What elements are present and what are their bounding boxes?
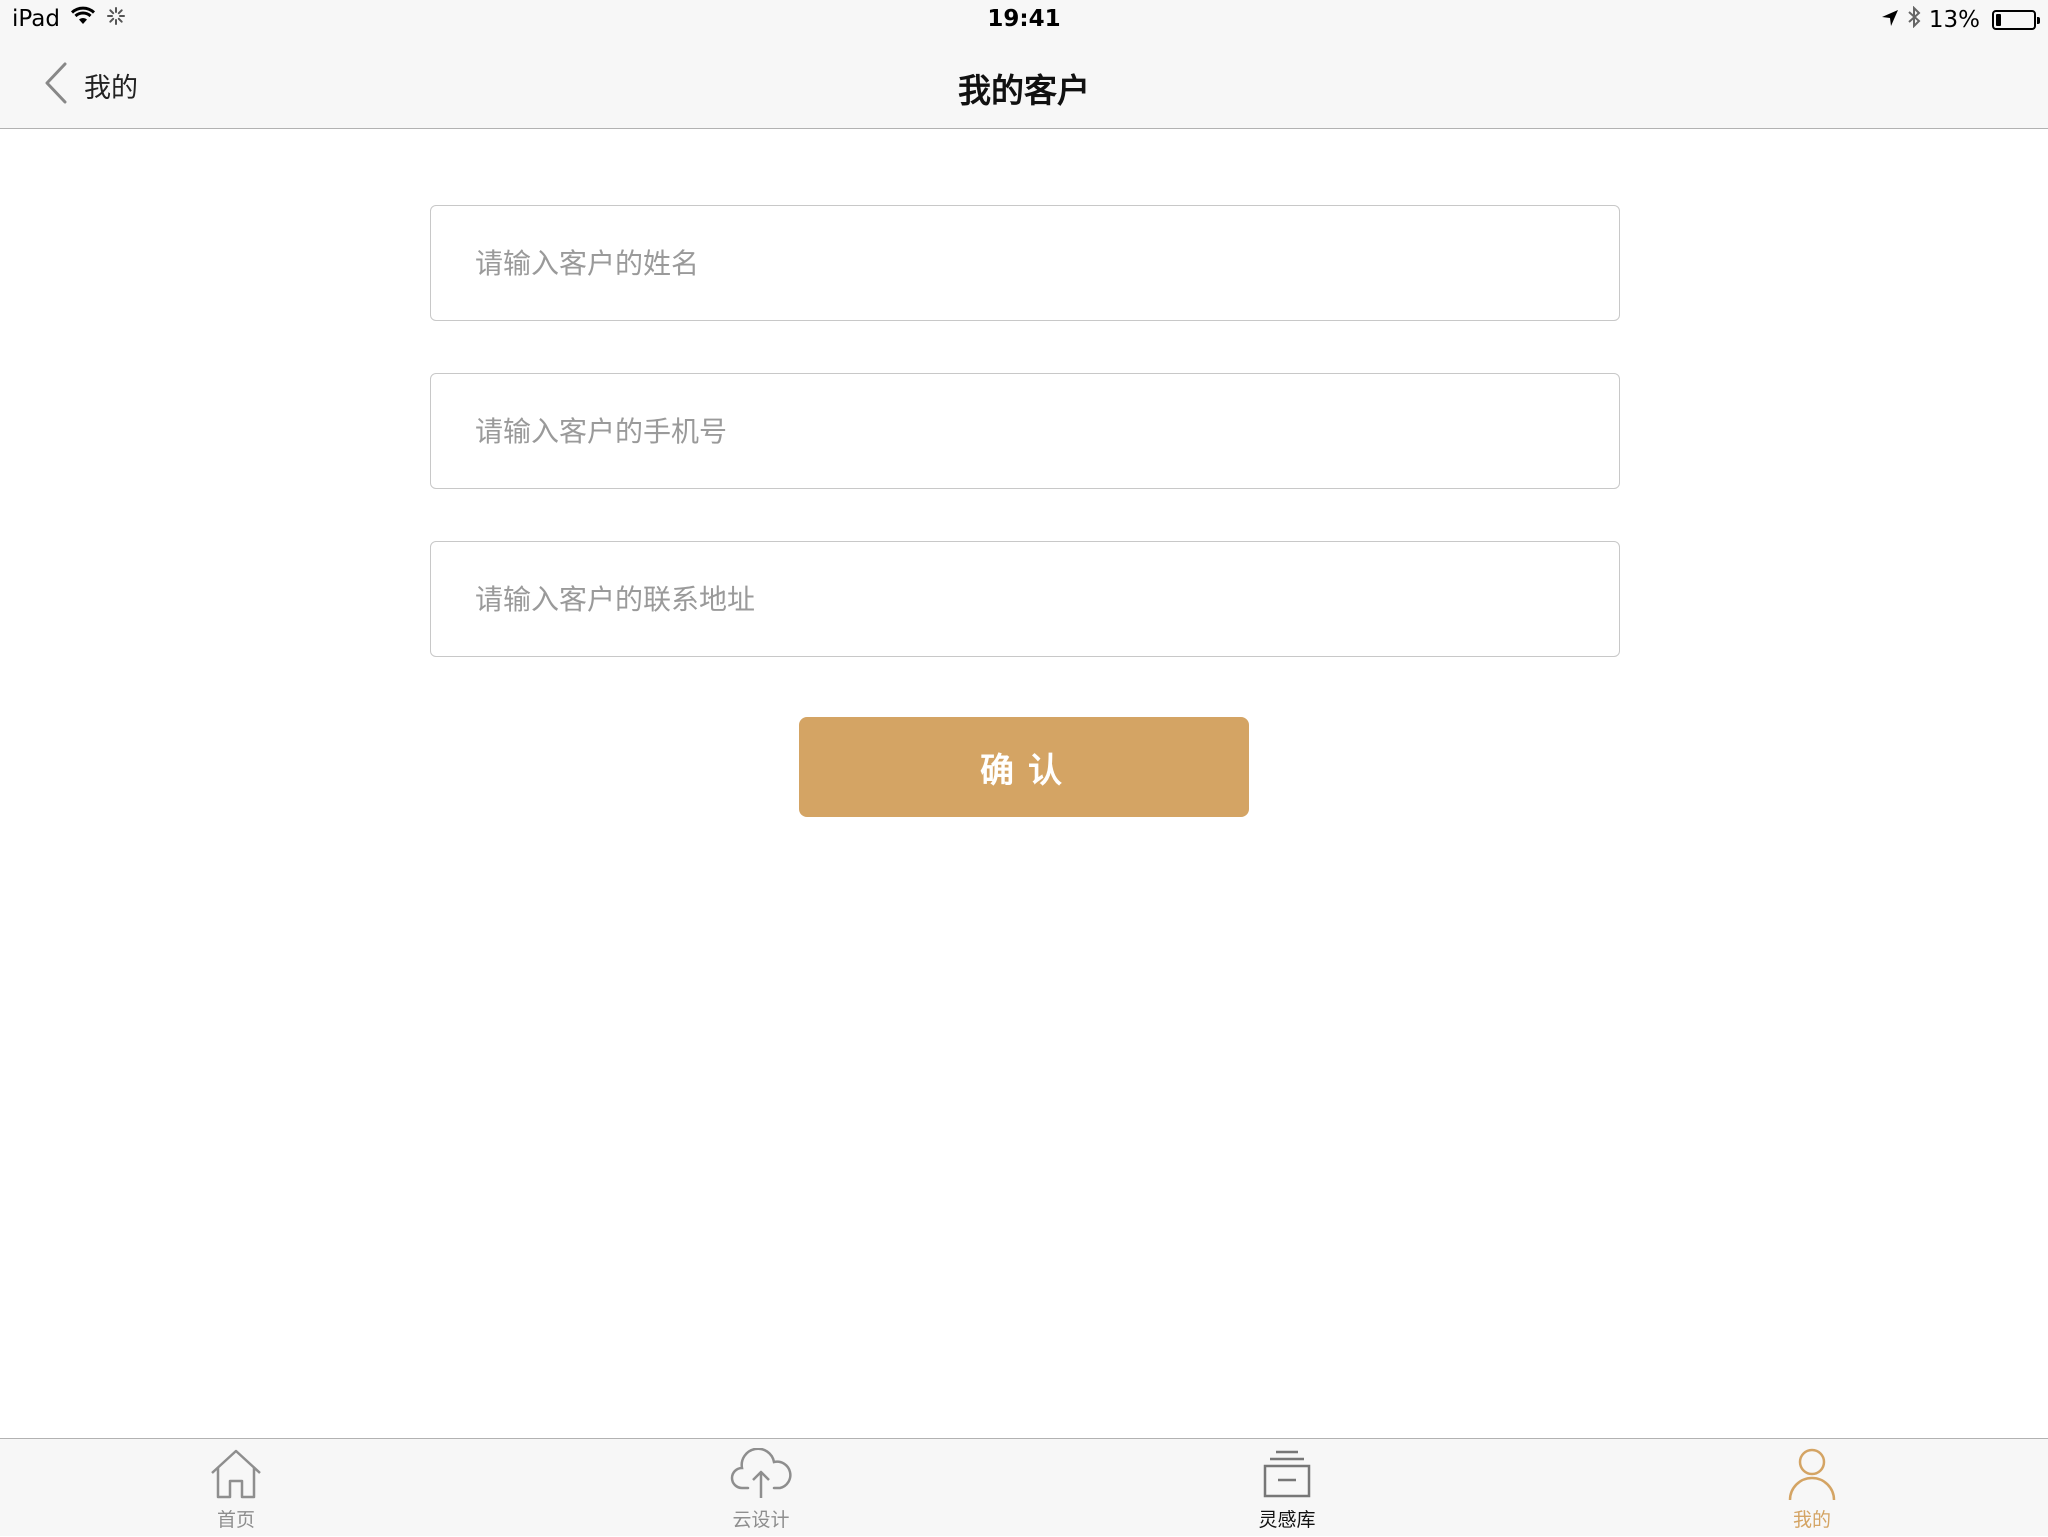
confirm-button[interactable]: 确认 xyxy=(799,717,1249,817)
status-bar: iPad 19:41 13% xyxy=(0,0,2048,40)
tab-mine-label: 我的 xyxy=(1792,1509,1831,1531)
bluetooth-icon xyxy=(1907,5,1921,34)
inspiration-box-icon xyxy=(1262,1445,1312,1503)
location-arrow-icon xyxy=(1881,7,1899,33)
customer-name-input[interactable] xyxy=(430,205,1620,321)
navigation-bar: 我的 我的客户 xyxy=(0,40,2048,129)
person-icon xyxy=(1787,1445,1837,1503)
customer-form xyxy=(430,205,1620,709)
tab-cloud-design-label: 云设计 xyxy=(732,1509,790,1531)
tab-inspiration[interactable]: 灵感库 xyxy=(1207,1439,1367,1537)
customer-phone-input[interactable] xyxy=(430,373,1620,489)
customer-address-input[interactable] xyxy=(430,541,1620,657)
status-time: 19:41 xyxy=(987,6,1061,32)
home-icon xyxy=(208,1445,264,1503)
battery-percent: 13% xyxy=(1928,7,1980,33)
tab-cloud-design[interactable]: 云设计 xyxy=(681,1439,841,1537)
tab-home[interactable]: 首页 xyxy=(156,1439,316,1537)
tab-home-label: 首页 xyxy=(216,1509,255,1531)
tab-mine[interactable]: 我的 xyxy=(1732,1439,1892,1537)
page-title: 我的客户 xyxy=(958,71,1090,110)
battery-icon xyxy=(1992,10,2040,30)
tab-inspiration-label: 灵感库 xyxy=(1258,1509,1316,1531)
cloud-upload-icon xyxy=(730,1445,792,1503)
status-bar-right: 13% xyxy=(1881,5,2040,34)
tab-bar: 首页 云设计 灵感库 我的 xyxy=(0,1438,2048,1536)
battery-level xyxy=(1996,14,2001,26)
